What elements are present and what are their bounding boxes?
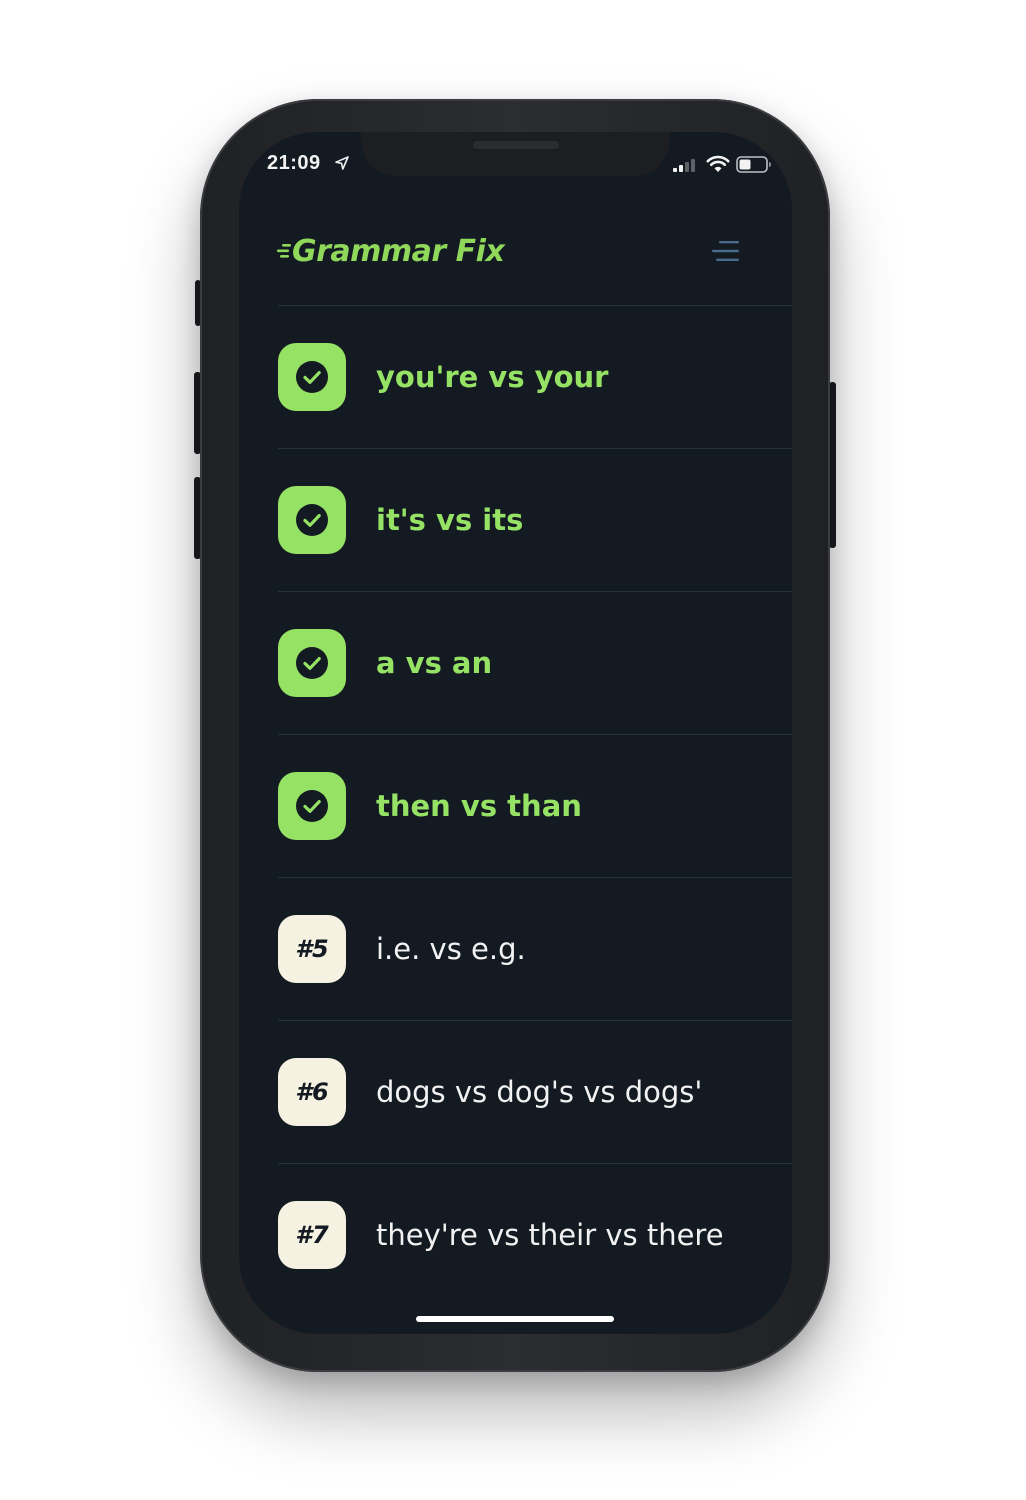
lesson-item-dogs-possessive[interactable]: #6 dogs vs dog's vs dogs' (278, 1020, 792, 1163)
app-title: Grammar Fix (292, 233, 505, 269)
check-circle-icon (296, 361, 328, 393)
speed-lines-icon (277, 244, 291, 258)
check-circle-icon (296, 647, 328, 679)
hamburger-menu-icon[interactable] (709, 238, 741, 264)
lesson-item-a-vs-an[interactable]: a vs an (278, 591, 792, 734)
location-arrow-icon (335, 156, 349, 170)
notch (361, 132, 670, 176)
lesson-number-badge: #5 (278, 915, 346, 983)
status-time: 21:09 (267, 152, 321, 174)
lesson-label: i.e. vs e.g. (376, 932, 526, 966)
wifi-icon (706, 155, 730, 172)
power-button (829, 382, 836, 548)
lesson-item-youre-vs-your[interactable]: you're vs your (278, 305, 792, 448)
lesson-label: they're vs their vs there (376, 1218, 724, 1252)
home-indicator[interactable] (416, 1316, 614, 1322)
check-circle-icon (296, 790, 328, 822)
lesson-label: dogs vs dog's vs dogs' (376, 1075, 703, 1109)
check-circle-icon (296, 504, 328, 536)
lesson-label: a vs an (376, 646, 493, 680)
earpiece-speaker (473, 141, 559, 149)
lesson-item-then-vs-than[interactable]: then vs than (278, 734, 792, 877)
completed-badge (278, 772, 346, 840)
completed-badge (278, 486, 346, 554)
lesson-label: then vs than (376, 789, 582, 823)
lesson-number-badge: #6 (278, 1058, 346, 1126)
mockup-stage: 21:09 Grammar Fix you're vs your it's vs… (0, 0, 1026, 1500)
completed-badge (278, 629, 346, 697)
lesson-label: it's vs its (376, 503, 524, 537)
lesson-number: #6 (295, 1078, 329, 1106)
lesson-list: you're vs your it's vs its a vs an then … (278, 305, 792, 1306)
phone-screen: 21:09 Grammar Fix you're vs your it's vs… (239, 132, 792, 1334)
completed-badge (278, 343, 346, 411)
lesson-number-badge: #7 (278, 1201, 346, 1269)
lesson-item-theyre-their-there[interactable]: #7 they're vs their vs there (278, 1163, 792, 1306)
lesson-label: you're vs your (376, 360, 609, 394)
battery-icon (736, 156, 771, 173)
lesson-number: #5 (295, 935, 329, 963)
lesson-item-its-vs-its[interactable]: it's vs its (278, 448, 792, 591)
lesson-number: #7 (295, 1221, 329, 1249)
app-logo: Grammar Fix (277, 228, 505, 274)
lesson-item-ie-vs-eg[interactable]: #5 i.e. vs e.g. (278, 877, 792, 1020)
cellular-signal-icon (673, 159, 695, 172)
